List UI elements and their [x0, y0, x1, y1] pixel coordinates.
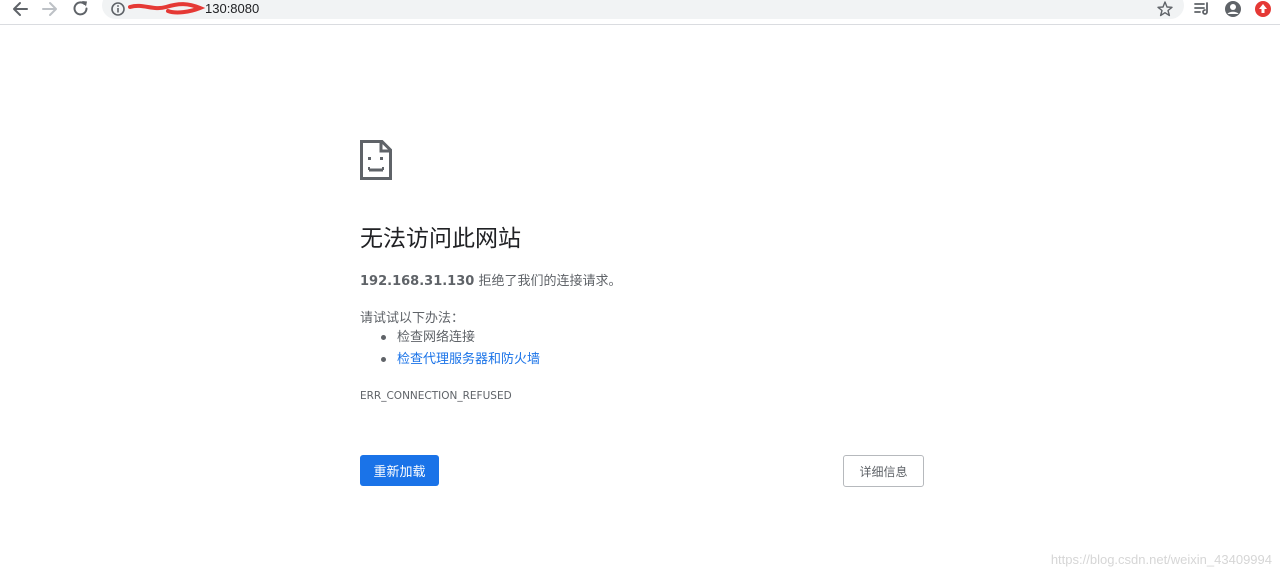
profile-icon[interactable] [1224, 0, 1242, 18]
suggestion-check-network: 检查网络连接 [360, 328, 540, 350]
redaction-scribble [128, 2, 206, 15]
reading-list-icon[interactable] [1193, 0, 1211, 18]
details-button[interactable]: 详细信息 [843, 455, 924, 487]
error-code: ERR_CONNECTION_REFUSED [360, 390, 512, 402]
extension-icon[interactable] [1254, 0, 1272, 18]
error-summary-text: 拒绝了我们的连接请求。 [474, 274, 622, 289]
url-visible-suffix[interactable]: 130:8080 [205, 0, 259, 18]
suggestions-list: 检查网络连接 检查代理服务器和防火墙 [360, 328, 540, 372]
info-icon[interactable] [110, 0, 126, 18]
address-bar[interactable] [102, 0, 1184, 19]
suggestion-check-proxy: 检查代理服务器和防火墙 [360, 350, 540, 372]
forward-icon[interactable] [40, 0, 60, 18]
error-host: 192.168.31.130 [360, 274, 475, 289]
reload-button[interactable]: 重新加载 [360, 455, 439, 486]
error-heading: 无法访问此网站 [360, 226, 521, 252]
error-summary: 192.168.31.130 拒绝了我们的连接请求。 [360, 270, 621, 289]
suggestions-label: 请试试以下办法： [360, 311, 465, 326]
star-icon[interactable] [1157, 0, 1173, 18]
browser-toolbar: 130:8080 [0, 0, 1280, 25]
back-icon[interactable] [10, 0, 30, 18]
watermark: https://blog.csdn.net/weixin_43409994 [1050, 552, 1272, 567]
check-proxy-link[interactable]: 检查代理服务器和防火墙 [397, 352, 540, 367]
reload-icon[interactable] [71, 0, 91, 18]
sad-page-icon [360, 140, 392, 180]
